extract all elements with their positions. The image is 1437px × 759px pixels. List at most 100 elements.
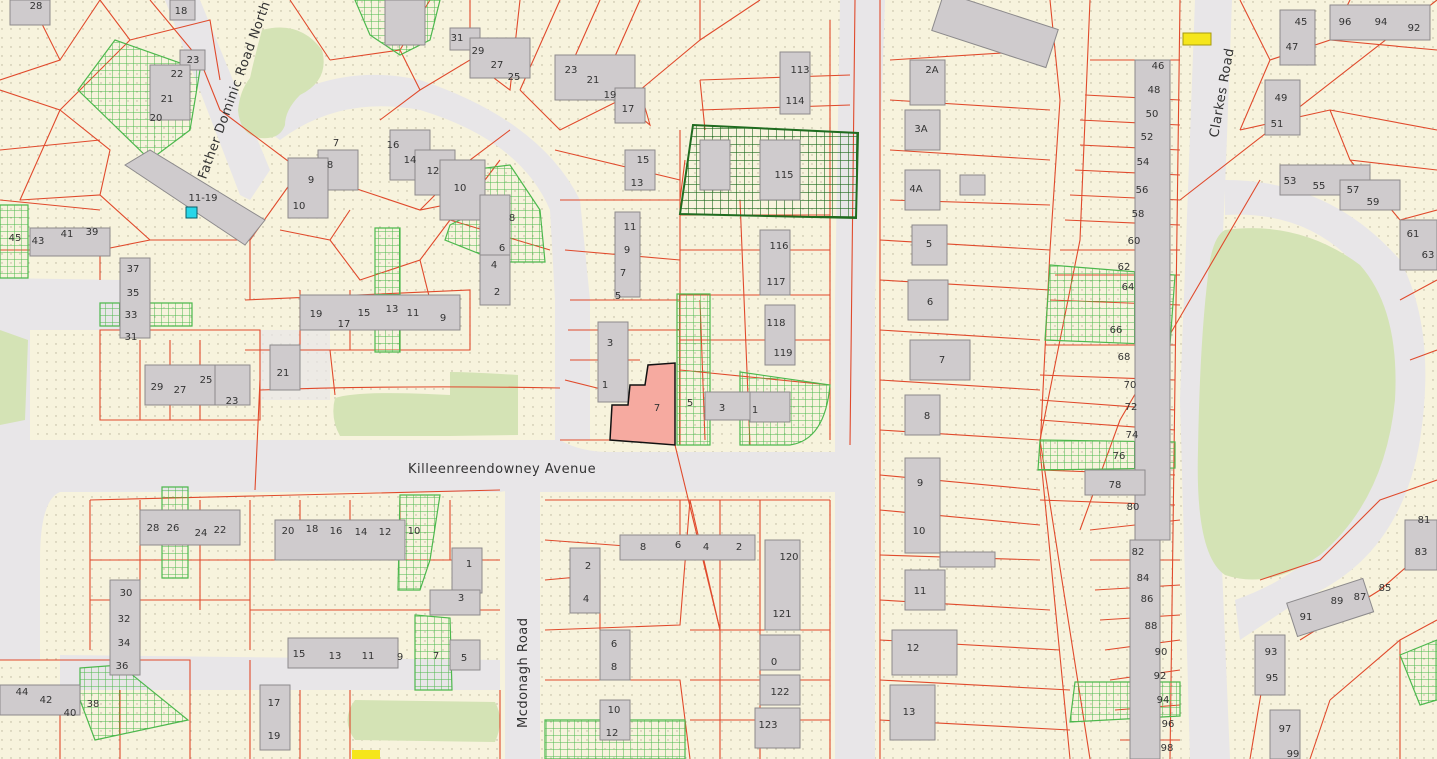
- house-number: 94: [1157, 695, 1170, 706]
- road-label-mcdonagh: Mcdonagh Road: [516, 617, 531, 728]
- house-number: 8: [509, 213, 515, 224]
- house-number: 45: [9, 233, 22, 244]
- house-number: 21: [277, 368, 290, 379]
- house-number: 41: [61, 229, 74, 240]
- house-number: 27: [174, 385, 187, 396]
- house-number: 12: [379, 527, 392, 538]
- house-number: 10: [454, 183, 467, 194]
- house-number: 13: [386, 304, 399, 315]
- house-number: 12: [907, 643, 920, 654]
- house-number: 61: [1407, 229, 1420, 240]
- house-number: 96: [1339, 17, 1352, 28]
- house-number: 43: [32, 236, 45, 247]
- house-number: 3: [458, 593, 464, 604]
- house-number: 54: [1137, 157, 1150, 168]
- house-number: 10: [913, 526, 926, 537]
- house-number: 113: [790, 65, 809, 76]
- house-number: 7: [654, 403, 660, 414]
- house-number: 39: [86, 227, 99, 238]
- house-number: 4: [583, 594, 589, 605]
- house-number: 5: [926, 239, 932, 250]
- house-number: 45: [1295, 17, 1308, 28]
- map-canvas[interactable]: Killeenreendowney Avenue Father Dominic …: [0, 0, 1437, 759]
- house-number: 51: [1271, 119, 1284, 130]
- house-number: 11-19: [188, 193, 217, 204]
- house-number: 29: [151, 382, 164, 393]
- house-number: 3: [719, 403, 725, 414]
- house-number: 48: [1148, 85, 1161, 96]
- house-number: 9: [624, 245, 630, 256]
- house-number: 8: [611, 662, 617, 673]
- house-number: 16: [330, 526, 343, 537]
- house-number: 36: [116, 661, 129, 672]
- house-number: 31: [125, 332, 138, 343]
- house-number: 115: [774, 170, 793, 181]
- house-number: 19: [310, 309, 323, 320]
- house-number: 97: [1279, 724, 1292, 735]
- house-number: 123: [758, 720, 777, 731]
- house-number: 28: [147, 523, 160, 534]
- cyan-marker[interactable]: [185, 206, 198, 219]
- house-number: 31: [451, 33, 464, 44]
- house-number: 44: [16, 687, 29, 698]
- house-number: 95: [1266, 673, 1279, 684]
- house-number: 92: [1408, 23, 1421, 34]
- house-number: 2: [736, 542, 742, 553]
- house-number: 122: [770, 687, 789, 698]
- house-number: 12: [427, 166, 440, 177]
- house-number: 7: [333, 138, 339, 149]
- house-number: 4: [491, 260, 497, 271]
- house-number: 22: [214, 525, 227, 536]
- house-number: 10: [293, 201, 306, 212]
- house-number: 50: [1146, 109, 1159, 120]
- house-number: 119: [773, 348, 792, 359]
- house-number: 46: [1152, 61, 1165, 72]
- house-number: 118: [766, 318, 785, 329]
- house-number: 6: [675, 540, 681, 551]
- house-number: 4: [703, 542, 709, 553]
- house-number: 40: [64, 708, 77, 719]
- house-number: 93: [1265, 647, 1278, 658]
- house-number: 82: [1132, 547, 1145, 558]
- house-number: 13: [631, 178, 644, 189]
- house-number: 83: [1415, 547, 1428, 558]
- road-label-killeenreendowney: Killeenreendowney Avenue: [408, 462, 596, 477]
- house-number: 11: [362, 651, 375, 662]
- house-number: 17: [622, 104, 635, 115]
- house-number: 5: [461, 653, 467, 664]
- house-number: 90: [1155, 647, 1168, 658]
- house-number: 10: [608, 705, 621, 716]
- house-number: 91: [1300, 612, 1313, 623]
- house-number: 34: [118, 638, 131, 649]
- house-number: 49: [1275, 93, 1288, 104]
- house-number: 11: [624, 222, 637, 233]
- house-number: 4A: [909, 184, 922, 195]
- house-number: 9: [397, 652, 403, 663]
- house-number: 32: [118, 614, 131, 625]
- house-number: 89: [1331, 596, 1344, 607]
- house-number: 19: [268, 731, 281, 742]
- house-number: 16: [387, 140, 400, 151]
- yellow-marker-top[interactable]: [1182, 32, 1212, 46]
- house-number: 8: [924, 411, 930, 422]
- house-number: 70: [1124, 380, 1137, 391]
- house-number: 37: [127, 264, 140, 275]
- house-number: 58: [1132, 209, 1145, 220]
- house-number: 22: [171, 69, 184, 80]
- house-number: 59: [1367, 197, 1380, 208]
- house-number: 6: [611, 639, 617, 650]
- house-number: 8: [327, 160, 333, 171]
- house-number: 94: [1375, 17, 1388, 28]
- house-number: 14: [404, 155, 417, 166]
- house-number: 78: [1109, 480, 1122, 491]
- house-number: 11: [914, 586, 927, 597]
- house-number: 10: [408, 526, 421, 537]
- house-number: 9: [308, 175, 314, 186]
- house-number: 80: [1127, 502, 1140, 513]
- house-number: 66: [1110, 325, 1123, 336]
- house-number: 11: [407, 308, 420, 319]
- yellow-marker-bottom[interactable]: [352, 750, 380, 759]
- house-number: 33: [125, 310, 138, 321]
- house-number: 87: [1354, 592, 1367, 603]
- house-number: 35: [127, 288, 140, 299]
